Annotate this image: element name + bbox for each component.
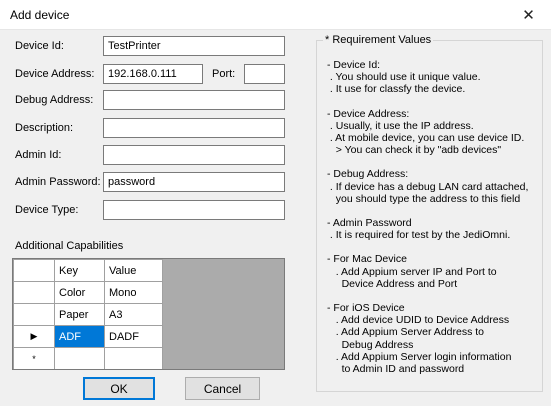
debug-address-field[interactable]: [103, 90, 285, 110]
debug-address-label: Debug Address:: [15, 94, 94, 106]
value-cell[interactable]: Mono: [104, 281, 163, 304]
req-line: . At mobile device, you can use device I…: [327, 132, 525, 145]
req-line: . Add Appium Server Address to: [327, 326, 485, 339]
table-row[interactable]: Paper A3: [13, 303, 163, 326]
req-line: . If device has a debug LAN card attache…: [327, 180, 529, 193]
cancel-button[interactable]: Cancel: [185, 377, 260, 400]
req-line: to Admin ID and password: [327, 363, 465, 376]
row-header[interactable]: [13, 281, 55, 304]
close-icon[interactable]: ✕: [506, 0, 551, 30]
req-line: . Add Appium Server login information: [327, 350, 512, 363]
row-header[interactable]: [13, 303, 55, 326]
column-header-key[interactable]: Key: [54, 259, 105, 282]
grid-header-row: Key Value: [13, 259, 163, 282]
port-field[interactable]: [244, 64, 285, 84]
device-address-field[interactable]: 192.168.0.111: [103, 64, 203, 84]
key-cell[interactable]: [54, 347, 105, 369]
device-id-label: Device Id:: [15, 40, 64, 52]
additional-capabilities-label: Additional Capabilities: [15, 240, 124, 252]
column-header-value[interactable]: Value: [104, 259, 163, 282]
req-line: - Debug Address:: [327, 168, 409, 181]
capabilities-table: Key Value Color Mono Paper A3 ▶ ADF DADF…: [13, 259, 163, 369]
value-cell[interactable]: DADF: [104, 325, 163, 348]
req-section-device-id: - Device Id: . You should use it unique …: [327, 59, 545, 96]
value-cell[interactable]: [104, 347, 163, 369]
description-label: Description:: [15, 122, 74, 134]
admin-password-field[interactable]: password: [103, 172, 285, 192]
ok-button[interactable]: OK: [83, 377, 155, 400]
req-line: . Add device UDID to Device Address: [327, 314, 510, 327]
table-row-selected[interactable]: ▶ ADF DADF: [13, 325, 163, 348]
admin-id-label: Admin Id:: [15, 149, 62, 161]
req-section-ios: - For iOS Device . Add device UDID to De…: [327, 302, 545, 375]
admin-id-field[interactable]: [103, 145, 285, 165]
req-section-admin-password: - Admin Password . It is required for te…: [327, 217, 545, 241]
key-cell-selected[interactable]: ADF: [54, 325, 105, 348]
key-cell[interactable]: Paper: [54, 303, 105, 326]
new-row-icon[interactable]: *: [13, 347, 55, 369]
device-type-field[interactable]: [103, 200, 285, 220]
req-line: > You can check it by "adb devices": [327, 144, 502, 157]
req-line: - Device Address:: [327, 107, 410, 120]
port-label: Port:: [212, 68, 236, 80]
admin-password-label: Admin Password:: [15, 176, 101, 188]
device-address-label: Device Address:: [15, 68, 95, 80]
key-cell[interactable]: Color: [54, 281, 105, 304]
requirement-values-group: * Requirement Values - Device Id: . You …: [316, 34, 545, 392]
requirement-values-title: * Requirement Values: [323, 34, 434, 46]
title-bar: Add device ✕: [0, 0, 551, 30]
req-line: - For Mac Device: [327, 253, 407, 266]
req-line: you should type the address to this fiel…: [327, 192, 521, 205]
description-field[interactable]: [103, 118, 285, 138]
table-row[interactable]: Color Mono: [13, 281, 163, 304]
req-line: Debug Address: [327, 338, 414, 351]
req-section-mac: - For Mac Device . Add Appium server IP …: [327, 253, 545, 290]
req-line: - Device Id:: [327, 59, 381, 71]
req-line: - Admin Password: [327, 217, 412, 230]
req-line: . Usually, it use the IP address.: [327, 119, 474, 132]
req-section-debug-address: - Debug Address: . If device has a debug…: [327, 168, 545, 205]
value-cell[interactable]: A3: [104, 303, 163, 326]
req-line: . It use for classfy the device.: [327, 83, 466, 96]
window-title: Add device: [10, 8, 70, 22]
req-line: . It is required for test by the JediOmn…: [327, 229, 511, 242]
device-id-field[interactable]: TestPrinter: [103, 36, 285, 56]
req-line: Device Address and Port: [327, 277, 458, 290]
current-row-icon[interactable]: ▶: [13, 325, 55, 348]
row-header-corner: [13, 259, 55, 282]
capabilities-grid[interactable]: Key Value Color Mono Paper A3 ▶ ADF DADF…: [12, 258, 285, 370]
new-row[interactable]: *: [13, 347, 163, 369]
req-line: - For iOS Device: [327, 302, 405, 315]
req-line: . You should use it unique value.: [327, 71, 481, 84]
req-section-device-address: - Device Address: . Usually, it use the …: [327, 108, 545, 157]
req-line: . Add Appium server IP and Port to: [327, 265, 497, 278]
requirement-values-text: - Device Id: . You should use it unique …: [327, 59, 545, 387]
device-type-label: Device Type:: [15, 204, 79, 216]
